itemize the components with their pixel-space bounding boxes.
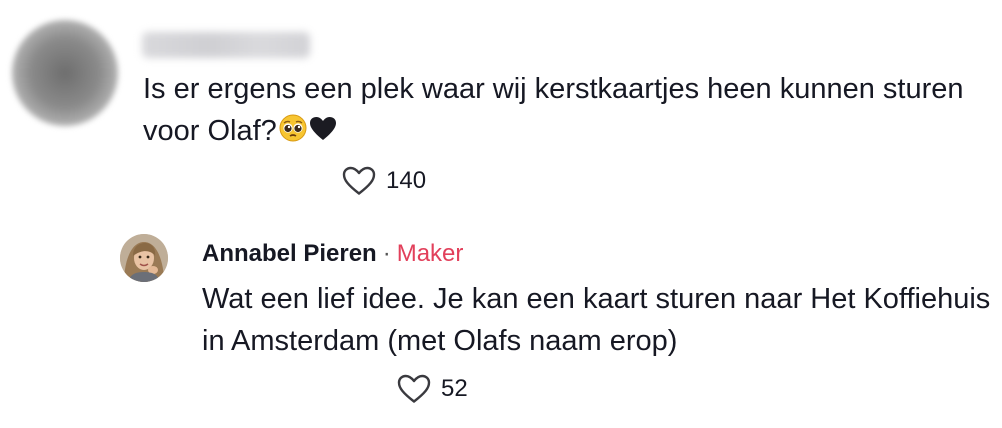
comment-body: Is er ergens een plek waar wij kerstkaar…	[143, 68, 993, 154]
reply-like-count: 52	[441, 375, 468, 402]
avatar-photo	[120, 234, 168, 282]
pleading-face-icon	[279, 112, 307, 154]
reply-like-button[interactable]: 52	[397, 374, 468, 404]
commenter-name-redacted[interactable]	[142, 32, 310, 58]
reply-author-name[interactable]: Annabel Pieren	[202, 240, 377, 267]
heart-outline-icon[interactable]	[342, 166, 376, 196]
comment-text: Is er ergens een plek waar wij kerstkaar…	[143, 73, 964, 147]
commenter-avatar[interactable]	[12, 20, 118, 126]
comment-like-count: 140	[386, 167, 427, 194]
creator-badge: Maker	[396, 240, 464, 267]
reply-author-avatar[interactable]	[120, 234, 168, 282]
reply-body: Wat een lief idee. Je kan een kaart stur…	[202, 283, 991, 357]
black-heart-icon	[309, 112, 337, 154]
reply-header: Annabel Pieren · Maker	[202, 238, 463, 270]
separator-dot: ·	[382, 240, 391, 267]
heart-outline-icon[interactable]	[397, 374, 431, 404]
comment-like-button[interactable]: 140	[342, 166, 426, 196]
